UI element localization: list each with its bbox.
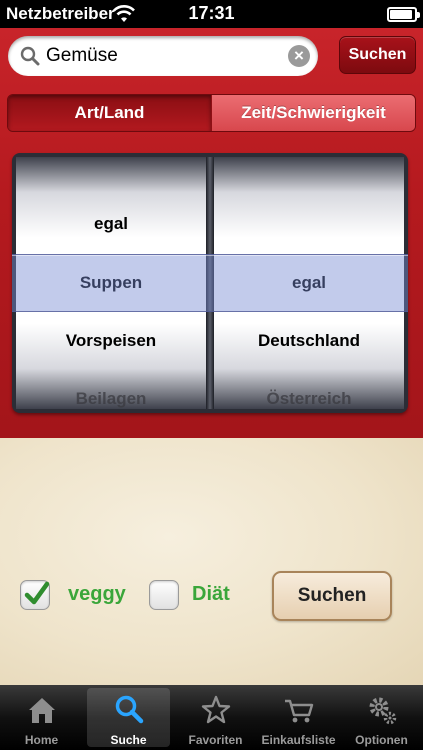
search-icon (115, 695, 143, 724)
tab-label: Optionen (355, 733, 408, 747)
picker-row[interactable]: Deutschland (214, 312, 404, 370)
search-field[interactable]: × (8, 36, 318, 76)
tab-einkaufsliste[interactable]: Einkaufsliste (257, 685, 340, 750)
search-header: × Suchen Art/Land Zeit/Schwierigkeit ega… (0, 28, 423, 438)
segmented-control: Art/Land Zeit/Schwierigkeit (7, 94, 416, 132)
gear-icon (369, 697, 396, 725)
veggy-checkbox[interactable] (20, 580, 50, 610)
segment-zeit-schwierigkeit[interactable]: Zeit/Schwierigkeit (211, 95, 415, 131)
home-icon (28, 698, 55, 723)
picker-row[interactable]: Österreich (214, 370, 404, 409)
status-bar: Netzbetreiber 17:31 (0, 0, 423, 28)
diaet-label: Diät (192, 583, 230, 605)
checkmark-icon (24, 581, 50, 605)
tab-label: Home (24, 733, 59, 747)
tab-favoriten[interactable]: Favoriten (174, 685, 257, 750)
veggy-label: veggy (68, 583, 126, 605)
picker-row[interactable]: Beilagen (16, 370, 206, 409)
segment-art-land[interactable]: Art/Land (8, 95, 211, 131)
star-icon (201, 695, 230, 724)
filter-panel: veggy Diät Suchen (0, 438, 423, 685)
search-input[interactable] (46, 42, 276, 70)
picker-selection-bar (12, 254, 408, 312)
battery-icon (387, 7, 420, 22)
tab-suche[interactable]: Suche (87, 688, 170, 747)
tab-bar: Home Suche Favoriten Einkaufsliste Optio… (0, 685, 423, 750)
picker-row[interactable]: Vorspeisen (16, 312, 206, 370)
tab-label: Suche (110, 733, 147, 747)
category-picker: egal Suppen Vorspeisen Beilagen egal Deu… (12, 153, 408, 413)
tab-label: Favoriten (188, 733, 243, 747)
cart-icon (284, 699, 313, 723)
clear-icon[interactable]: × (288, 45, 310, 67)
diaet-checkbox[interactable] (149, 580, 179, 610)
clock: 17:31 (188, 3, 235, 23)
picker-row[interactable] (214, 195, 404, 253)
filter-search-button[interactable]: Suchen (272, 571, 392, 621)
search-button[interactable]: Suchen (339, 36, 416, 74)
tab-optionen[interactable]: Optionen (340, 685, 423, 750)
tab-label: Einkaufsliste (261, 733, 336, 747)
tab-home[interactable]: Home (0, 685, 83, 750)
picker-row[interactable]: egal (16, 195, 206, 253)
magnifier-icon (20, 46, 40, 66)
